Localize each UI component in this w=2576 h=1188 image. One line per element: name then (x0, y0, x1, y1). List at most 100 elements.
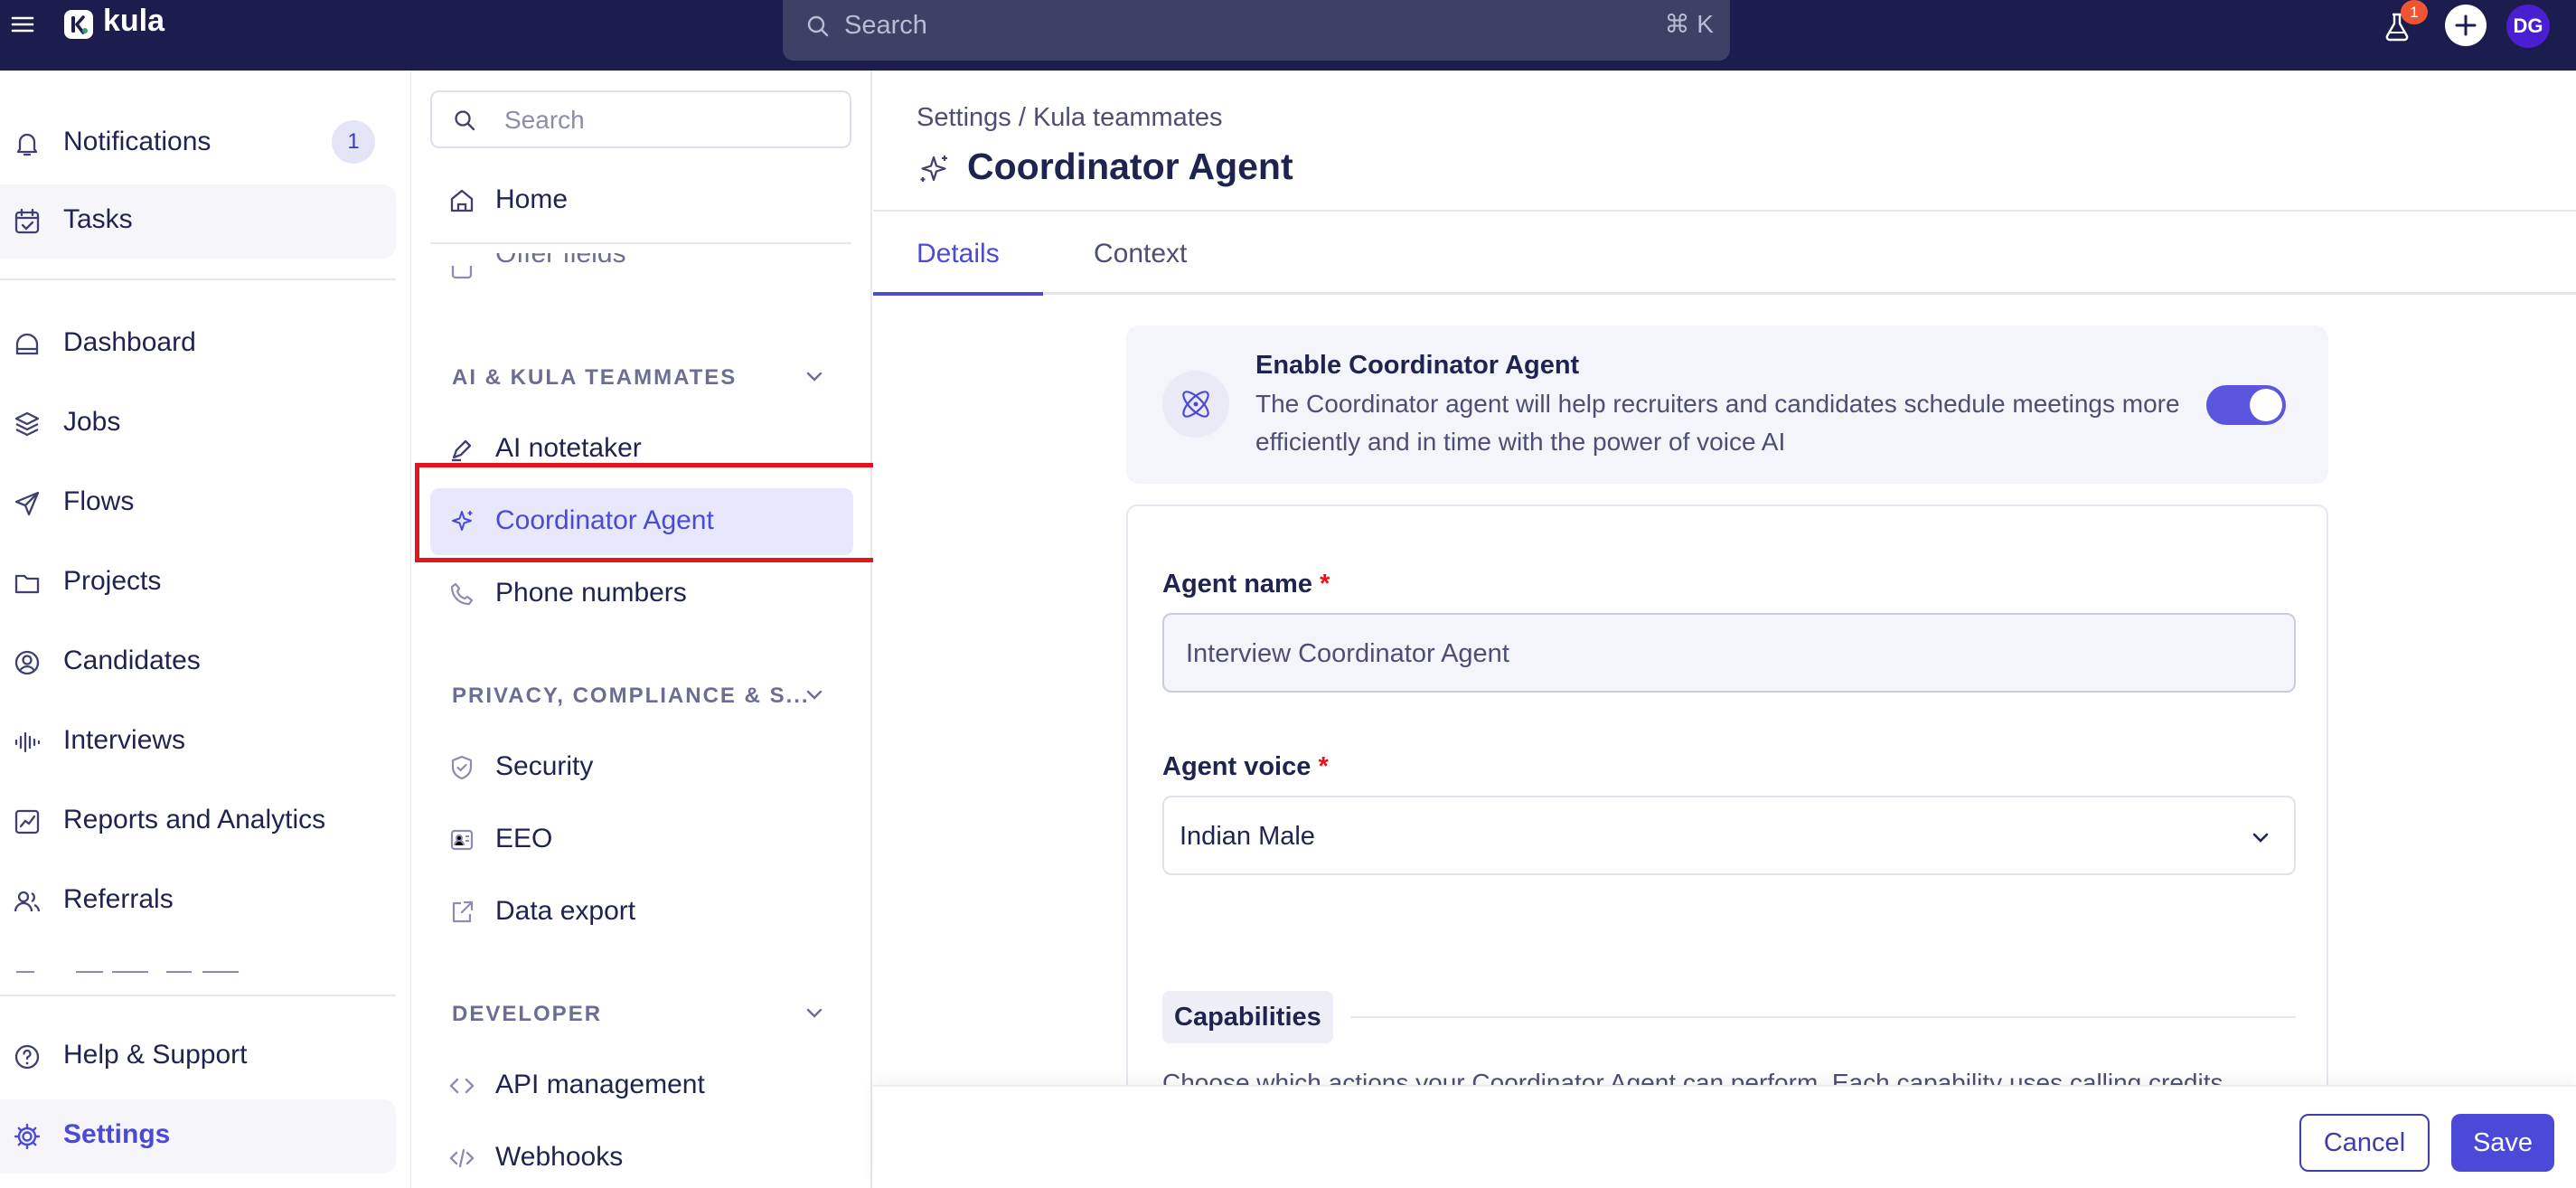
chevron-down-icon[interactable] (803, 1001, 826, 1024)
agent-name-label: Agent name * (1162, 570, 1330, 599)
nav-projects[interactable]: Projects (0, 546, 396, 620)
nav-label: Jobs (63, 407, 121, 437)
header-divider (873, 210, 2576, 212)
layers-icon (13, 410, 42, 438)
home-icon (448, 187, 475, 214)
nav-help[interactable]: Help & Support (0, 1020, 396, 1094)
cancel-button[interactable]: Cancel (2299, 1114, 2430, 1172)
code-icon (448, 1072, 475, 1099)
settings-item-label: Data export (495, 896, 636, 926)
settings-item-label: Home (495, 184, 569, 214)
required-mark: * (1320, 570, 1330, 599)
primary-sidebar: Notifications 1 Tasks Dashboard Jobs Flo… (0, 71, 411, 1188)
section-header-developer: DEVELOPER (452, 1002, 603, 1026)
page-title: Coordinator Agent (967, 146, 1293, 187)
settings-item-phone-numbers[interactable]: Phone numbers (430, 561, 853, 627)
chart-icon (13, 807, 42, 836)
gear-icon (13, 1122, 42, 1151)
section-header-ai: AI & KULA TEAMMATES (452, 365, 738, 390)
user-circle-icon (13, 648, 42, 677)
nav-label: Dashboard (63, 327, 196, 357)
tabs-divider (873, 292, 2576, 295)
nav-label: Settings (63, 1119, 171, 1149)
folder-icon (13, 569, 42, 598)
notifications-count-badge: 1 (332, 120, 375, 164)
search-shortcut: ⌘ K (1664, 10, 1714, 38)
settings-search-placeholder: Search (504, 106, 585, 134)
settings-item-label: Offer fields (495, 253, 626, 269)
chevron-down-icon[interactable] (803, 364, 826, 388)
nav-dashboard[interactable]: Dashboard (0, 307, 396, 382)
capabilities-divider (1350, 1016, 2296, 1018)
chevron-down-icon (2249, 825, 2272, 849)
top-bar: kula Search ⌘ K 1 DG (0, 0, 2576, 71)
settings-item-security[interactable]: Security (430, 734, 853, 801)
nav-divider (0, 278, 396, 280)
nav-label: Tasks (63, 204, 133, 234)
nav-divider (0, 995, 396, 996)
settings-item-label: API management (495, 1070, 705, 1099)
nav-label: Notifications (63, 127, 212, 156)
user-avatar[interactable]: DG (2506, 5, 2550, 48)
nav-referrals[interactable]: Referrals (0, 864, 396, 938)
settings-item-api-management[interactable]: API management (430, 1052, 853, 1119)
nav-flows[interactable]: Flows (0, 467, 396, 541)
nav-label: Referrals (63, 884, 174, 914)
global-search[interactable]: Search ⌘ K (783, 0, 1730, 61)
app-name: kula (103, 4, 165, 38)
nav-candidates[interactable]: Candidates (0, 626, 396, 700)
enable-agent-title: Enable Coordinator Agent (1255, 351, 1580, 380)
document-icon (448, 266, 475, 282)
nav-cutoff-fragment (13, 971, 284, 976)
send-icon (13, 489, 42, 518)
toggle-knob (2250, 389, 2282, 421)
settings-item-home[interactable]: Home (430, 167, 853, 234)
nav-tasks[interactable]: Tasks (0, 184, 396, 259)
highlight-box (415, 463, 887, 562)
global-search-placeholder: Search (844, 11, 927, 40)
agent-voice-value: Indian Male (1180, 822, 1315, 851)
settings-item-label: Webhooks (495, 1142, 624, 1172)
menu-icon[interactable] (9, 11, 36, 38)
atom-icon (1162, 371, 1229, 438)
shield-icon (448, 754, 475, 781)
phone-icon (448, 580, 475, 608)
code-slash-icon (448, 1145, 475, 1172)
kula-logo-icon[interactable] (63, 9, 94, 40)
required-mark: * (1318, 752, 1329, 781)
chevron-down-icon[interactable] (803, 683, 826, 706)
settings-item-data-export[interactable]: Data export (430, 879, 853, 946)
save-button[interactable]: Save (2451, 1114, 2554, 1172)
users-icon (13, 887, 42, 916)
search-icon (804, 13, 832, 40)
nav-jobs[interactable]: Jobs (0, 387, 396, 461)
breadcrumb[interactable]: Settings / Kula teammates (917, 103, 1223, 133)
enable-agent-toggle[interactable] (2206, 385, 2286, 425)
create-button[interactable] (2445, 5, 2487, 46)
settings-item-offer-fields[interactable]: Offer fields (495, 253, 626, 269)
nav-settings[interactable]: Settings (0, 1099, 396, 1174)
settings-item-eeo[interactable]: EEO (430, 806, 853, 873)
settings-search-input[interactable]: Search (430, 90, 851, 148)
nav-interviews[interactable]: Interviews (0, 705, 396, 779)
tab-details[interactable]: Details (917, 239, 1000, 269)
settings-item-webhooks[interactable]: Webhooks (430, 1125, 853, 1188)
dashboard-icon (13, 330, 42, 359)
settings-item-label: EEO (495, 824, 553, 853)
nav-label: Interviews (63, 725, 186, 755)
nav-reports[interactable]: Reports and Analytics (0, 785, 396, 859)
agent-voice-select[interactable]: Indian Male (1162, 796, 2296, 875)
enable-agent-description: The Coordinator agent will help recruite… (1255, 390, 2180, 456)
nav-label: Candidates (63, 646, 201, 675)
agent-name-input[interactable]: Interview Coordinator Agent (1162, 613, 2296, 693)
settings-item-label: Phone numbers (495, 578, 687, 608)
lab-badge: 1 (2401, 0, 2428, 24)
plus-icon (2455, 14, 2477, 36)
help-icon (13, 1042, 42, 1071)
active-tab-indicator (873, 292, 1043, 296)
nav-label: Reports and Analytics (63, 805, 326, 834)
sub-divider (430, 242, 851, 244)
tab-context[interactable]: Context (1094, 239, 1187, 269)
id-card-icon (448, 826, 475, 853)
sparkle-icon (917, 152, 951, 186)
